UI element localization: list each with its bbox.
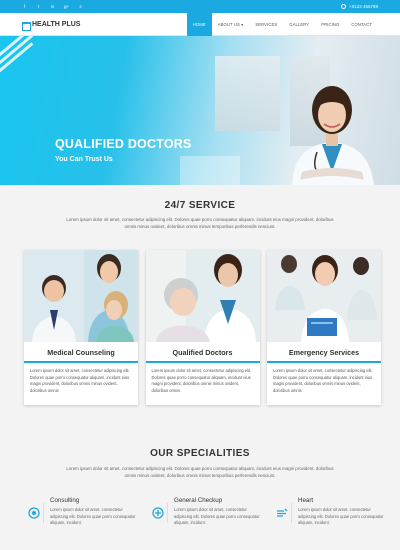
nav-about-us[interactable]: ABOUT US ▾ [212, 13, 250, 36]
card-title: Medical Counseling [47, 347, 115, 357]
services-title: 24/7 SERVICE [164, 200, 236, 211]
services-section: 24/7 SERVICE Lorem ipsum dolor sit amet,… [0, 200, 400, 230]
speciality-item[interactable]: Consulting Lorem ipsum dolor sit amet, c… [24, 497, 136, 527]
skype-icon[interactable]: s [78, 0, 83, 13]
nav-gallery[interactable]: GALLERY [283, 13, 315, 36]
specialities-title: OUR SPECIALITIES [150, 448, 250, 459]
google-plus-icon[interactable]: g+ [64, 0, 69, 13]
hero-background-window [215, 56, 280, 131]
hospital-icon [22, 21, 31, 31]
nav-services[interactable]: SERVICES [249, 13, 283, 36]
card-text: Lorem ipsum dolor sit amet, consectetur … [151, 368, 252, 394]
specialities-list: Consulting Lorem ipsum dolor sit amet, c… [24, 497, 384, 527]
speciality-text: Lorem ipsum dolor sit amet, consectetur … [298, 507, 384, 525]
hero-subtitle: You Can Trust Us [55, 156, 113, 163]
phone-icon [341, 4, 347, 9]
hero-background-desk [180, 156, 240, 185]
nav-contact[interactable]: CONTACT [345, 13, 378, 36]
heart-icon [272, 503, 292, 523]
card-text: Lorem ipsum dolor sit amet, consectetur … [273, 368, 373, 394]
service-card[interactable]: Emergency Services Lorem ipsum dolor sit… [267, 250, 381, 405]
hero-banner: QUALIFIED DOCTORS You Can Trust Us [0, 36, 400, 185]
linkedin-icon[interactable]: in [50, 0, 55, 13]
qualified-doctors-image [145, 250, 260, 342]
specialities-intro: Lorem ipsum dolor sit amet, consectetur … [66, 466, 334, 478]
speciality-item[interactable]: General Checkup Lorem ipsum dolor sit am… [148, 497, 260, 527]
top-bar: f t in g+ s +0123 456789 [0, 0, 400, 13]
service-cards: Medical Counseling Lorem ipsum dolor sit… [24, 250, 381, 405]
nav-pricing[interactable]: PRICING [315, 13, 345, 36]
logo[interactable]: HEALTH PLUS [22, 20, 81, 31]
card-label-bar: Emergency Services [267, 343, 381, 363]
speciality-text: Lorem ipsum dolor sit amet, consectetur … [174, 507, 260, 525]
card-title: Emergency Services [288, 347, 360, 357]
doctor-image [292, 86, 374, 185]
speciality-title: Heart [298, 497, 314, 504]
logo-text: HEALTH PLUS [32, 20, 81, 28]
service-card[interactable]: Medical Counseling Lorem ipsum dolor sit… [24, 250, 138, 405]
navbar: HEALTH PLUS HOME ABOUT US ▾ SERVICES GAL… [0, 12, 400, 36]
specialities-section: OUR SPECIALITIES Lorem ipsum dolor sit a… [0, 448, 400, 479]
phone-number: +0123 456789 [349, 4, 378, 9]
target-icon [24, 503, 44, 523]
emergency-services-image [267, 250, 381, 342]
service-card[interactable]: Qualified Doctors Lorem ipsum dolor sit … [145, 250, 260, 405]
speciality-text: Lorem ipsum dolor sit amet, consectetur … [50, 507, 136, 525]
medical-counseling-image [24, 250, 138, 342]
card-text: Lorem ipsum dolor sit amet, consectetur … [30, 368, 130, 394]
stethoscope-icon [148, 503, 168, 523]
twitter-icon[interactable]: t [36, 0, 41, 13]
speciality-title: General Checkup [174, 497, 223, 504]
card-label-bar: Medical Counseling [24, 343, 138, 363]
card-title: Qualified Doctors [172, 347, 233, 357]
speciality-item[interactable]: Heart Lorem ipsum dolor sit amet, consec… [272, 497, 384, 527]
main-nav: HOME ABOUT US ▾ SERVICES GALLERY PRICING… [186, 12, 400, 36]
hero-decoration [0, 36, 44, 88]
social-links: f t in g+ s [22, 0, 83, 13]
hero-title: QUALIFIED DOCTORS [55, 137, 192, 151]
services-intro: Lorem ipsum dolor sit amet, consectetur … [66, 217, 334, 229]
card-label-bar: Qualified Doctors [145, 343, 260, 363]
phone-contact: +0123 456789 [341, 4, 378, 9]
facebook-icon[interactable]: f [22, 0, 27, 13]
nav-home[interactable]: HOME [186, 12, 212, 36]
speciality-title: Consulting [50, 497, 80, 504]
